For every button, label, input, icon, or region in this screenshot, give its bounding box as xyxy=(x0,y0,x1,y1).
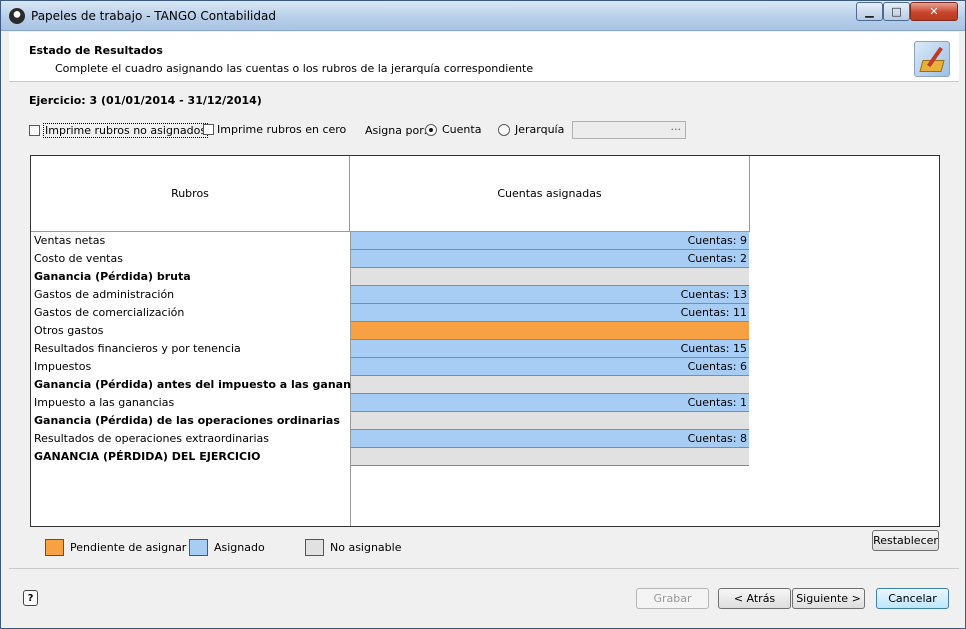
rubro-name: Impuesto a las ganancias xyxy=(34,396,175,409)
column-header-cuentas[interactable]: Cuentas asignadas xyxy=(350,156,750,232)
legend-label: No asignable xyxy=(330,541,402,554)
legend-swatch xyxy=(189,539,208,556)
checkbox-label: Imprime rubros no asignados xyxy=(43,123,209,138)
rubro-name: GANANCIA (PÉRDIDA) DEL EJERCICIO xyxy=(34,450,261,463)
checkbox-box[interactable] xyxy=(29,125,40,136)
grabar-button[interactable]: Grabar xyxy=(636,588,709,609)
cuentas-cell[interactable]: Cuentas: 15 xyxy=(351,340,749,358)
cuentas-cell[interactable] xyxy=(351,448,749,466)
radio-circle[interactable] xyxy=(498,123,510,136)
rubro-name: Ventas netas xyxy=(34,234,106,247)
table-row[interactable]: Ganancia (Pérdida) bruta xyxy=(31,268,750,286)
imprime-en-cero-checkbox[interactable]: Imprime rubros en cero xyxy=(203,123,346,136)
table-row[interactable]: Ganancia (Pérdida) antes del impuesto a … xyxy=(31,376,750,394)
ejercicio-label: Ejercicio: 3 (01/01/2014 - 31/12/2014) xyxy=(29,94,262,107)
title-bar[interactable]: Papeles de trabajo - TANGO Contabilidad … xyxy=(1,1,965,31)
cuentas-cell[interactable] xyxy=(351,322,749,340)
column-header-rubros[interactable]: Rubros xyxy=(31,156,350,232)
rubro-name: Impuestos xyxy=(34,360,92,373)
cuentas-cell[interactable] xyxy=(351,268,749,286)
table-row[interactable]: Impuesto a las ganancias Cuentas: 1 xyxy=(31,394,750,412)
ellipsis-icon[interactable]: ··· xyxy=(671,123,682,136)
checkbox-box[interactable] xyxy=(203,124,214,135)
legend-label: Asignado xyxy=(214,541,265,554)
cuentas-cell[interactable]: Cuentas: 8 xyxy=(351,430,749,448)
wizard-header: Estado de Resultados Complete el cuadro … xyxy=(9,32,959,82)
table-row[interactable]: GANANCIA (PÉRDIDA) DEL EJERCICIO xyxy=(31,448,750,466)
legend-asignado: Asignado xyxy=(189,539,265,556)
table-row[interactable]: Impuestos Cuentas: 6 xyxy=(31,358,750,376)
table-row[interactable]: Resultados de operaciones extraordinaria… xyxy=(31,430,750,448)
table-row[interactable]: Otros gastos xyxy=(31,322,750,340)
legend-swatch xyxy=(305,539,324,556)
window-title: Papeles de trabajo - TANGO Contabilidad xyxy=(31,9,276,23)
maximize-button[interactable]: □ xyxy=(883,2,910,21)
cuentas-cell[interactable] xyxy=(351,376,749,394)
radio-circle[interactable] xyxy=(425,123,437,136)
wizard-icon xyxy=(914,41,950,77)
table-row[interactable]: Ventas netas Cuentas: 9 xyxy=(31,232,750,250)
client-area: Estado de Resultados Complete el cuadro … xyxy=(9,32,959,622)
table-row[interactable]: Costo de ventas Cuentas: 2 xyxy=(31,250,750,268)
help-icon[interactable]: ? xyxy=(23,590,38,606)
rubro-name: Gastos de administración xyxy=(34,288,175,301)
rubro-name: Costo de ventas xyxy=(34,252,123,265)
tango-app-icon[interactable] xyxy=(9,8,25,24)
cuentas-cell[interactable]: Cuentas: 9 xyxy=(351,232,749,250)
cuentas-cell[interactable]: Cuentas: 11 xyxy=(351,304,749,322)
page-subtitle: Complete el cuadro asignando las cuentas… xyxy=(55,62,534,75)
radio-label: Cuenta xyxy=(442,123,482,136)
legend-swatch xyxy=(45,539,64,556)
rubro-name: Ganancia (Pérdida) de las operaciones or… xyxy=(34,414,340,427)
radio-cuenta[interactable]: Cuenta xyxy=(425,123,481,136)
legend-no-asignable: No asignable xyxy=(305,539,401,556)
grid-rows: Ventas netas Cuentas: 9 Costo de ventas Cue… xyxy=(31,232,750,466)
cuentas-cell[interactable]: Cuentas: 1 xyxy=(351,394,749,412)
table-row[interactable]: Ganancia (Pérdida) de las operaciones or… xyxy=(31,412,750,430)
rubro-name: Resultados financieros y por tenencia xyxy=(34,342,241,355)
checkbox-label: Imprime rubros en cero xyxy=(217,123,347,136)
minimize-button[interactable]: ▁ xyxy=(856,2,883,21)
table-row[interactable]: Gastos de comercialización Cuentas: 11 xyxy=(31,304,750,322)
radio-jerarquia[interactable]: Jerarquía xyxy=(498,123,564,136)
wizard-footer: ? Grabar < Atrás Siguiente > Cancelar xyxy=(9,568,959,622)
rubro-name: Otros gastos xyxy=(34,324,104,337)
legend-label: Pendiente de asignar xyxy=(70,541,187,554)
jerarquia-input[interactable]: ··· xyxy=(572,121,686,139)
rubro-name: Ganancia (Pérdida) antes del impuesto a … xyxy=(34,378,376,391)
page-title: Estado de Resultados xyxy=(29,44,163,57)
siguiente-button[interactable]: Siguiente > xyxy=(792,588,865,609)
asigna-por-label: Asigna por: xyxy=(365,124,428,137)
imprime-no-asignados-checkbox[interactable]: Imprime rubros no asignados xyxy=(29,123,209,138)
atras-button[interactable]: < Atrás xyxy=(718,588,791,609)
rubros-grid[interactable]: Rubros Cuentas asignadas Ventas netas Cue… xyxy=(30,155,940,527)
cuentas-cell[interactable]: Cuentas: 6 xyxy=(351,358,749,376)
cuentas-cell[interactable] xyxy=(351,412,749,430)
rubro-name: Gastos de comercialización xyxy=(34,306,185,319)
table-row[interactable]: Gastos de administración Cuentas: 13 xyxy=(31,286,750,304)
rubro-name: Resultados de operaciones extraordinaria… xyxy=(34,432,269,445)
cuentas-cell[interactable]: Cuentas: 13 xyxy=(351,286,749,304)
close-button[interactable]: ✕ xyxy=(910,2,958,21)
restablecer-button[interactable]: Restablecer xyxy=(872,530,939,551)
radio-label: Jerarquía xyxy=(515,123,565,136)
cuentas-cell[interactable]: Cuentas: 2 xyxy=(351,250,749,268)
main-window: Papeles de trabajo - TANGO Contabilidad … xyxy=(0,0,966,629)
legend-pendiente: Pendiente de asignar xyxy=(45,539,186,556)
table-row[interactable]: Resultados financieros y por tenencia Cue… xyxy=(31,340,750,358)
cancelar-button[interactable]: Cancelar xyxy=(876,588,949,609)
rubro-name: Ganancia (Pérdida) bruta xyxy=(34,270,191,283)
